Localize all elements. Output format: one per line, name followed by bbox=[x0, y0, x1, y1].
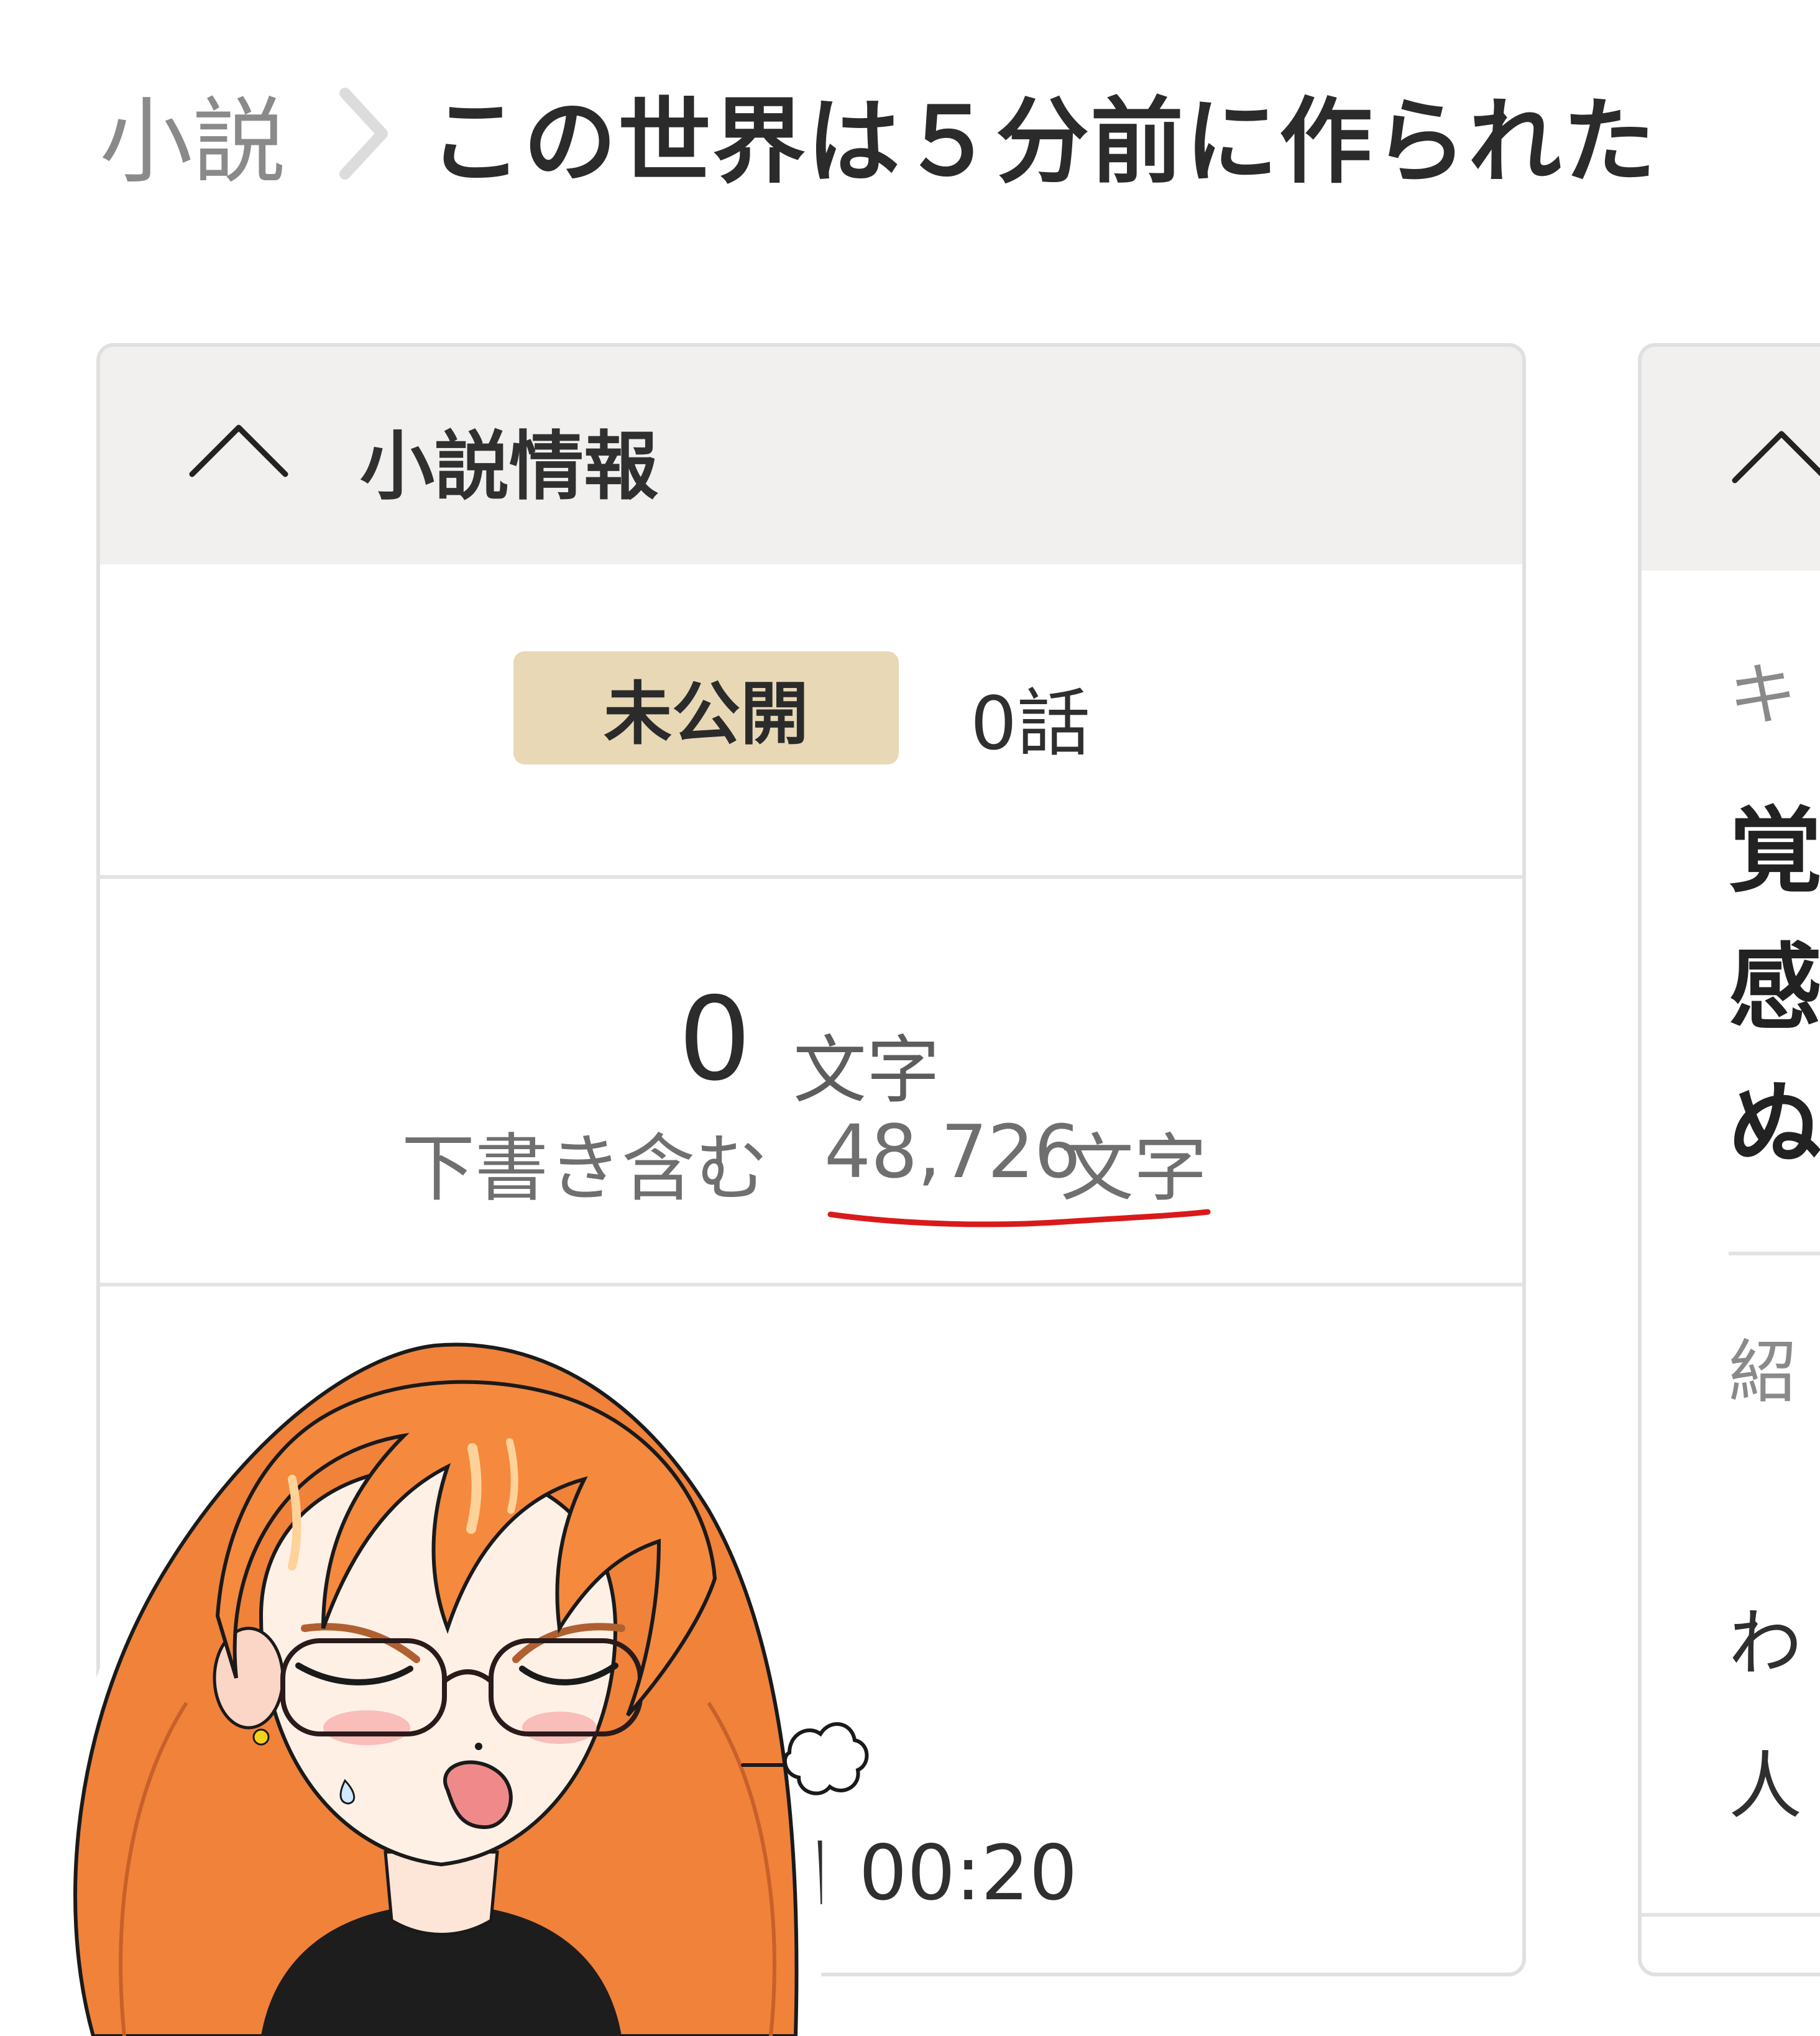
side-body-line: わ bbox=[1729, 1600, 1803, 1686]
episode-count: 0話 bbox=[970, 681, 1091, 766]
status-section: 未公開 0話 bbox=[100, 564, 1522, 875]
char-count-section: 0 文字 下書き含む 48,726 文字 bbox=[100, 879, 1522, 1283]
annoyed-girl-illustration bbox=[57, 1322, 869, 2036]
chevron-right-icon bbox=[329, 84, 398, 183]
chevron-up-icon[interactable] bbox=[1729, 421, 1820, 490]
side-text-line: 覚 bbox=[1729, 797, 1820, 906]
divider bbox=[1729, 1252, 1820, 1255]
side-panel: キ 覚 感 ぬ 紹 わ 人 bbox=[1638, 343, 1820, 1976]
side-text-line: ぬ bbox=[1729, 1071, 1820, 1179]
divider bbox=[1642, 1913, 1820, 1917]
side-label-catchphrase: キ bbox=[1729, 655, 1797, 735]
page-title: この世界は５分前に作られた bbox=[429, 88, 1658, 196]
panel-title: 小説情報 bbox=[360, 424, 658, 510]
chevron-up-icon[interactable] bbox=[186, 415, 292, 484]
side-panel-header[interactable] bbox=[1642, 347, 1820, 571]
draft-count-value: 48,726 bbox=[824, 1109, 1081, 1195]
novel-info-panel-header[interactable]: 小説情報 bbox=[100, 347, 1522, 564]
side-text-line: 感 bbox=[1729, 934, 1820, 1042]
char-count-unit: 文字 bbox=[793, 1027, 940, 1113]
draft-label: 下書き含む bbox=[402, 1126, 769, 1211]
breadcrumb: 小説 この世界は５分前に作られた bbox=[99, 75, 1657, 196]
status-badge: 未公開 bbox=[513, 651, 899, 764]
char-count-value: 0 bbox=[678, 972, 751, 1106]
draft-count-unit: 文字 bbox=[1060, 1126, 1208, 1211]
breadcrumb-root-link[interactable]: 小説 bbox=[99, 66, 286, 201]
side-label-intro: 紹 bbox=[1729, 1332, 1797, 1412]
red-underline-annotation bbox=[827, 1209, 1211, 1227]
side-body-line: 人 bbox=[1729, 1743, 1803, 1829]
